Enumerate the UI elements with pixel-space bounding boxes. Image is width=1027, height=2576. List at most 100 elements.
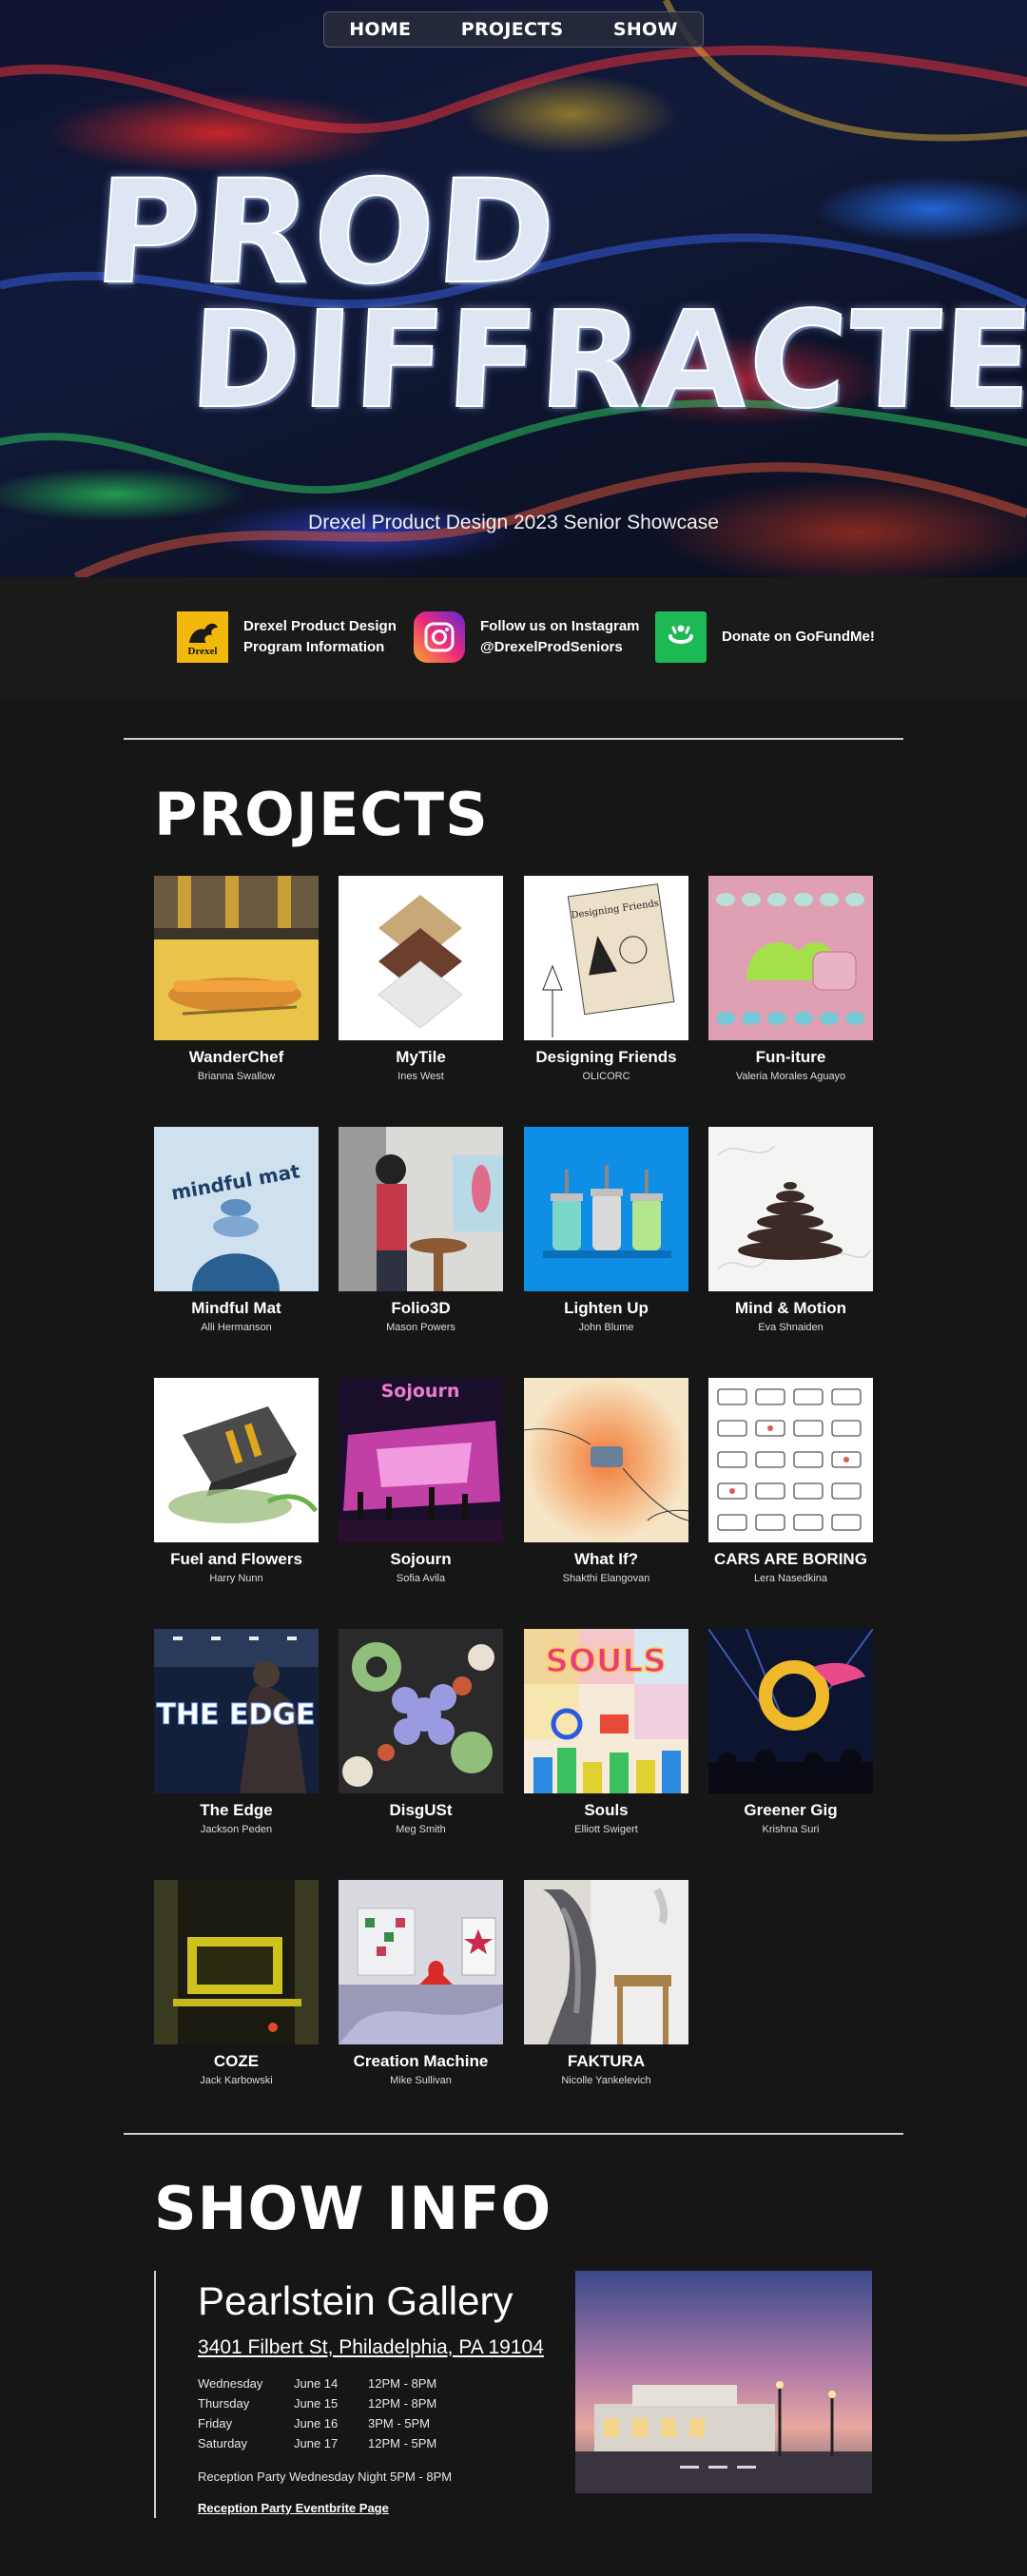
project-thumb-the-edge: THE EDGE — [154, 1629, 319, 1793]
project-thumb-what-if — [524, 1378, 688, 1542]
project-card-faktura[interactable]: FAKTURA Nicolle Yankelevich — [524, 1880, 688, 2086]
project-thumb-coze — [154, 1880, 319, 2044]
project-thumb-designing-friends: Designing Friends — [524, 876, 688, 1040]
project-author: Jackson Peden — [200, 1824, 273, 1835]
project-title: Lighten Up — [564, 1299, 649, 1317]
project-title: Folio3D — [391, 1299, 451, 1317]
thumb-text: SOULS — [545, 1642, 666, 1680]
hero-banner: HOME PROJECTS SHOW PROD DIFFRACTED Drexe… — [0, 0, 1027, 577]
hours-time: 12PM - 8PM — [368, 2376, 437, 2391]
gofundme-icon — [655, 611, 707, 663]
project-author: John Blume — [578, 1322, 634, 1333]
project-title: FAKTURA — [567, 2052, 646, 2070]
project-title: Mind & Motion — [734, 1299, 847, 1317]
project-card-mindful-mat[interactable]: mindful mat Mindful Mat Alli Hermanson — [154, 1127, 319, 1333]
project-card-folio3d[interactable]: Folio3D Mason Powers — [339, 1127, 503, 1333]
top-nav: HOME PROJECTS SHOW — [323, 11, 704, 48]
project-author: Elliott Swigert — [574, 1824, 638, 1835]
project-thumb-mindful-mat: mindful mat — [154, 1127, 319, 1291]
project-author: Sofia Avila — [396, 1573, 446, 1584]
gofundme-link[interactable]: Donate on GoFundMe! — [655, 611, 875, 663]
project-title: The Edge — [200, 1801, 273, 1819]
hero-subtitle: Drexel Product Design 2023 Senior Showca… — [308, 512, 719, 533]
nav-home-link[interactable]: HOME — [349, 19, 411, 40]
thumb-text: THE EDGE — [156, 1698, 315, 1732]
hours-row: Wednesday June 14 12PM - 8PM — [198, 2373, 436, 2393]
hours-date: June 15 — [294, 2396, 339, 2411]
project-thumb-mytile — [339, 876, 503, 1040]
project-title: Designing Friends — [535, 1048, 677, 1066]
section-divider — [124, 2133, 903, 2135]
hours-time: 12PM - 5PM — [368, 2436, 437, 2450]
project-author: Mike Sullivan — [390, 2075, 452, 2086]
nav-projects-link[interactable]: PROJECTS — [461, 19, 564, 40]
hours-time: 12PM - 8PM — [368, 2396, 437, 2411]
show-info-heading: SHOW INFO — [154, 2174, 552, 2243]
project-thumb-cars-are-boring — [708, 1378, 873, 1542]
venue-address-link[interactable]: 3401 Filbert St, Philadelphia, PA 19104 — [198, 2336, 544, 2359]
project-author: Mason Powers — [386, 1322, 455, 1333]
show-hours-table: Wednesday June 14 12PM - 8PM Thursday Ju… — [198, 2373, 436, 2453]
project-card-fun-iture[interactable]: Fun-iture Valeria Morales Aguayo — [708, 876, 873, 1082]
project-author: Ines West — [397, 1071, 444, 1082]
project-author: Eva Shnaiden — [758, 1322, 824, 1333]
project-card-greener-gig[interactable]: Greener Gig Krishna Suri — [708, 1629, 873, 1835]
program-info-link[interactable]: Drexel Drexel Product Design Program Inf… — [177, 611, 397, 663]
project-thumb-folio3d — [339, 1127, 503, 1291]
project-author: Krishna Suri — [762, 1824, 820, 1835]
project-title: What If? — [573, 1550, 639, 1568]
hours-day: Saturday — [198, 2436, 248, 2450]
project-thumb-lighten-up — [524, 1127, 688, 1291]
project-card-mytile[interactable]: MyTile Ines West — [339, 876, 503, 1082]
info-links-bar: Drexel Drexel Product Design Program Inf… — [0, 577, 1027, 701]
hero-title-line2: DIFFRACTED — [185, 282, 1027, 439]
project-card-coze[interactable]: COZE Jack Karbowski — [154, 1880, 319, 2086]
project-thumb-disgust — [339, 1629, 503, 1793]
project-card-cars-are-boring[interactable]: CARS ARE BORING Lera Nasedkina — [708, 1378, 873, 1584]
project-card-fuel-and-flowers[interactable]: Fuel and Flowers Harry Nunn — [154, 1378, 319, 1584]
eventbrite-link[interactable]: Reception Party Eventbrite Page — [198, 2501, 389, 2515]
project-thumb-mind-motion — [708, 1127, 873, 1291]
project-thumb-wanderchef — [154, 876, 319, 1040]
project-title: DisgUSt — [389, 1801, 453, 1819]
project-card-creation-machine[interactable]: Creation Machine Mike Sullivan — [339, 1880, 503, 2086]
hours-row: Friday June 16 3PM - 5PM — [198, 2413, 436, 2433]
project-author: Harry Nunn — [209, 1573, 263, 1584]
project-author: Meg Smith — [396, 1824, 446, 1835]
project-card-disgust[interactable]: DisgUSt Meg Smith — [339, 1629, 503, 1835]
project-author: Jack Karbowski — [200, 2075, 273, 2086]
hours-row: Thursday June 15 12PM - 8PM — [198, 2393, 436, 2413]
project-title: Greener Gig — [744, 1801, 838, 1819]
projects-heading: PROJECTS — [154, 780, 489, 849]
nav-show-link[interactable]: SHOW — [613, 19, 678, 40]
reception-info: Reception Party Wednesday Night 5PM - 8P… — [198, 2469, 453, 2484]
project-author: Brianna Swallow — [197, 1071, 276, 1082]
project-author: OLICORC — [582, 1071, 630, 1082]
hours-day: Wednesday — [198, 2376, 263, 2391]
gallery-photo — [575, 2271, 872, 2493]
project-title: MyTile — [396, 1048, 446, 1066]
project-card-what-if[interactable]: What If? Shakthi Elangovan — [524, 1378, 688, 1584]
gofundme-label: Donate on GoFundMe! — [722, 629, 875, 645]
project-card-sojourn[interactable]: Sojourn Sojourn Sofia Avila — [339, 1378, 503, 1584]
instagram-link[interactable]: Follow us on Instagram @DrexelProdSenior… — [414, 611, 640, 663]
project-title: Creation Machine — [353, 2052, 489, 2070]
program-info-line1: Drexel Product Design — [243, 618, 397, 634]
project-title: Mindful Mat — [191, 1299, 281, 1317]
project-card-mind-motion[interactable]: Mind & Motion Eva Shnaiden — [708, 1127, 873, 1333]
project-thumb-fuel-and-flowers — [154, 1378, 319, 1542]
project-thumb-greener-gig — [708, 1629, 873, 1793]
hours-day: Thursday — [198, 2396, 250, 2411]
project-card-the-edge[interactable]: THE EDGE The Edge Jackson Peden — [154, 1629, 319, 1835]
thumb-text: Sojourn — [381, 1381, 460, 1402]
project-card-wanderchef[interactable]: WanderChef Brianna Swallow — [154, 876, 319, 1082]
project-author: Alli Hermanson — [201, 1322, 272, 1333]
hours-day: Friday — [198, 2416, 233, 2431]
project-card-designing-friends[interactable]: Designing Friends Designing Friends OLIC… — [524, 876, 688, 1082]
project-card-lighten-up[interactable]: Lighten Up John Blume — [524, 1127, 688, 1333]
instagram-line1: Follow us on Instagram — [480, 618, 640, 634]
project-author: Nicolle Yankelevich — [561, 2075, 651, 2086]
project-author: Shakthi Elangovan — [562, 1573, 650, 1584]
project-card-souls[interactable]: SOULS Souls Elliott Swigert — [524, 1629, 688, 1835]
project-author: Lera Nasedkina — [753, 1573, 828, 1584]
